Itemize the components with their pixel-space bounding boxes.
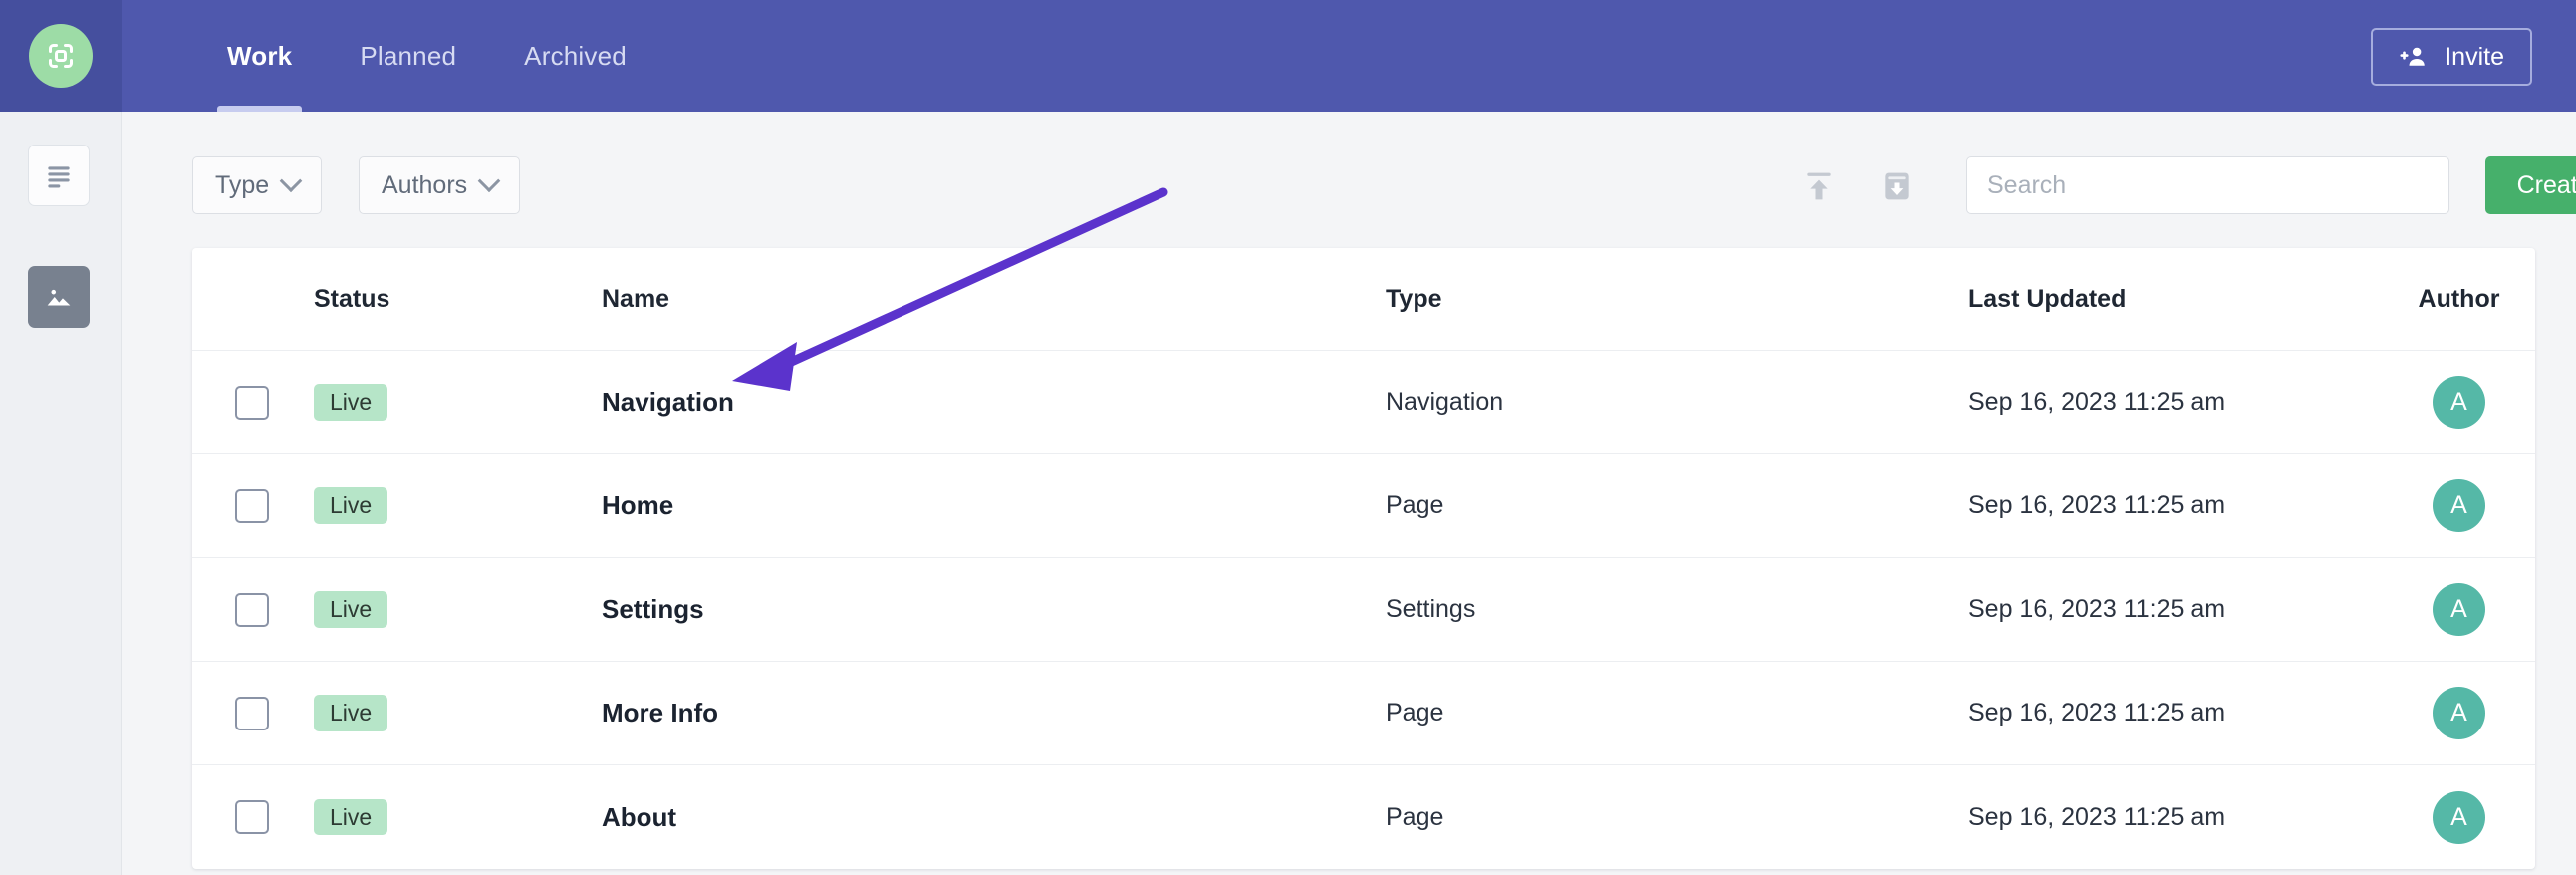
row-select-cell (192, 489, 312, 523)
left-sidebar (0, 112, 122, 875)
create-new-button[interactable]: Create new (2485, 156, 2576, 214)
filter-type-dropdown[interactable]: Type (192, 156, 322, 214)
document-lines-icon (43, 159, 75, 191)
avatar[interactable]: A (2433, 376, 2485, 429)
main-tabs: Work Planned Archived (193, 0, 660, 112)
table-row[interactable]: Live More Info Page Sep 16, 2023 11:25 a… (192, 662, 2535, 765)
row-checkbox[interactable] (235, 489, 269, 523)
sidebar-item-media[interactable] (28, 266, 90, 328)
import-box-icon (1877, 166, 1917, 206)
row-status-cell: Live (312, 799, 529, 835)
row-last-updated: Sep 16, 2023 11:25 am (1968, 699, 2397, 728)
avatar[interactable]: A (2433, 479, 2485, 532)
content-toolbar: Type Authors Create new (122, 138, 2576, 233)
row-last-updated: Sep 16, 2023 11:25 am (1968, 388, 2397, 417)
row-name[interactable]: Home (529, 490, 1386, 521)
row-type: Page (1386, 491, 1968, 520)
row-checkbox[interactable] (235, 800, 269, 834)
table-row[interactable]: Live About Page Sep 16, 2023 11:25 am A (192, 765, 2535, 869)
top-header-bar: Work Planned Archived Invite (0, 0, 2576, 112)
column-header-type[interactable]: Type (1386, 285, 1968, 314)
invite-button[interactable]: Invite (2371, 28, 2532, 86)
tab-archived[interactable]: Archived (490, 0, 660, 112)
upload-icon (1799, 166, 1839, 206)
table-row[interactable]: Live Settings Settings Sep 16, 2023 11:2… (192, 558, 2535, 662)
row-author-cell: A (2397, 376, 2535, 429)
app-root: Work Planned Archived Invite (0, 0, 2576, 875)
row-checkbox[interactable] (235, 697, 269, 730)
upload-button[interactable] (1796, 163, 1842, 209)
row-status-cell: Live (312, 384, 529, 420)
row-author-cell: A (2397, 791, 2535, 844)
table-header-row: Status Name Type Last Updated Author (192, 248, 2535, 351)
tab-work[interactable]: Work (193, 0, 326, 112)
row-name[interactable]: More Info (529, 698, 1386, 729)
filter-authors-dropdown[interactable]: Authors (359, 156, 520, 214)
invite-label: Invite (2445, 43, 2504, 72)
row-select-cell (192, 697, 312, 730)
filter-type-label: Type (215, 171, 269, 200)
chevron-down-icon (478, 169, 501, 192)
tab-planned[interactable]: Planned (326, 0, 490, 112)
person-add-icon (2399, 42, 2429, 72)
row-checkbox[interactable] (235, 593, 269, 627)
row-type: Page (1386, 699, 1968, 728)
app-logo[interactable] (0, 0, 122, 112)
row-name[interactable]: Settings (529, 594, 1386, 625)
column-header-author[interactable]: Author (2397, 285, 2535, 314)
row-name[interactable]: Navigation (529, 387, 1386, 418)
avatar[interactable]: A (2433, 791, 2485, 844)
image-icon (42, 280, 76, 314)
avatar[interactable]: A (2433, 583, 2485, 636)
row-select-cell (192, 800, 312, 834)
row-select-cell (192, 593, 312, 627)
row-type: Navigation (1386, 388, 1968, 417)
avatar[interactable]: A (2433, 687, 2485, 739)
import-button[interactable] (1874, 163, 1920, 209)
tab-work-label: Work (227, 41, 292, 72)
logo-circle (29, 24, 93, 88)
row-status-cell: Live (312, 695, 529, 730)
row-author-cell: A (2397, 479, 2535, 532)
row-type: Settings (1386, 595, 1968, 624)
sidebar-item-content[interactable] (28, 145, 90, 206)
filter-authors-label: Authors (382, 171, 467, 200)
chevron-down-icon (280, 169, 303, 192)
column-header-last-updated[interactable]: Last Updated (1968, 285, 2397, 314)
row-checkbox[interactable] (235, 386, 269, 420)
column-header-name[interactable]: Name (529, 285, 1386, 314)
tab-archived-label: Archived (524, 41, 627, 72)
row-author-cell: A (2397, 583, 2535, 636)
content-table: Status Name Type Last Updated Author Liv… (192, 248, 2535, 869)
row-last-updated: Sep 16, 2023 11:25 am (1968, 595, 2397, 624)
status-badge: Live (314, 487, 387, 523)
row-status-cell: Live (312, 591, 529, 627)
table-row[interactable]: Live Navigation Navigation Sep 16, 2023 … (192, 351, 2535, 454)
row-status-cell: Live (312, 487, 529, 523)
row-select-cell (192, 386, 312, 420)
status-badge: Live (314, 799, 387, 835)
tab-planned-label: Planned (360, 41, 456, 72)
column-header-status[interactable]: Status (312, 285, 529, 314)
row-type: Page (1386, 803, 1968, 832)
table-row[interactable]: Live Home Page Sep 16, 2023 11:25 am A (192, 454, 2535, 558)
status-badge: Live (314, 591, 387, 627)
row-name[interactable]: About (529, 802, 1386, 833)
crop-frame-icon (43, 38, 79, 74)
status-badge: Live (314, 384, 387, 420)
status-badge: Live (314, 695, 387, 730)
search-input[interactable] (1966, 156, 2449, 214)
row-last-updated: Sep 16, 2023 11:25 am (1968, 803, 2397, 832)
row-author-cell: A (2397, 687, 2535, 739)
row-last-updated: Sep 16, 2023 11:25 am (1968, 491, 2397, 520)
